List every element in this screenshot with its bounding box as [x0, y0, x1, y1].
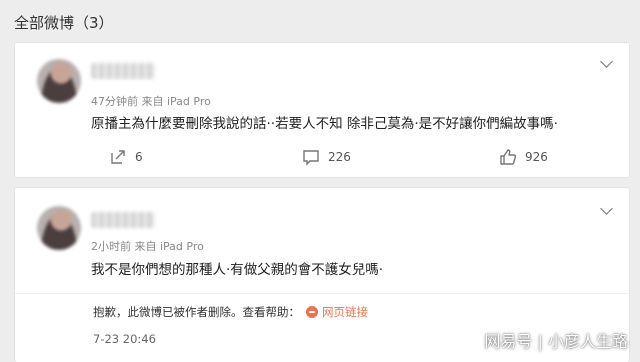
watermark: 网易号 | 小彦人生路 [484, 332, 628, 351]
post-meta: 47分钟前 来自 iPad Pro [91, 95, 211, 108]
weibo-post-card: 47分钟前 来自 iPad Pro 原播主為什麼要刪除我說的話··若要人不知 除… [14, 42, 630, 178]
comment-icon [303, 150, 319, 166]
username-blurred[interactable] [91, 212, 155, 228]
username-blurred[interactable] [91, 63, 155, 79]
like-icon [500, 149, 517, 165]
post-content: 原播主為什麼要刪除我說的話··若要人不知 除非己莫為·是不好讓你們編故事嗎· [91, 116, 558, 132]
like-button[interactable]: 926 [499, 148, 548, 166]
repost-icon [111, 150, 125, 164]
comment-button[interactable]: 226 [302, 148, 351, 166]
repost-count: 6 [135, 150, 143, 164]
page-title: 全部微博（3） [14, 14, 114, 32]
avatar[interactable] [37, 206, 81, 250]
chevron-down-icon[interactable] [600, 55, 613, 68]
post-time: 7-23 20:46 [93, 332, 156, 346]
repost-button[interactable]: 6 [109, 148, 143, 166]
chevron-down-icon[interactable] [600, 202, 613, 215]
post-content: 我不是你們想的那種人·有做父親的會不護女兒嗎· [91, 262, 384, 278]
link-icon [306, 306, 318, 318]
deleted-notice: 抱歉，此微博已被作者删除。查看帮助： 网页链接 [93, 304, 368, 320]
deleted-notice-text: 抱歉，此微博已被作者删除。查看帮助： [93, 305, 300, 319]
comment-count: 226 [328, 150, 351, 164]
post-meta: 2小时前 来自 iPad Pro [91, 240, 204, 253]
like-count: 926 [525, 150, 548, 164]
avatar[interactable] [37, 59, 81, 103]
web-link[interactable]: 网页链接 [322, 304, 368, 320]
divider [15, 293, 629, 294]
